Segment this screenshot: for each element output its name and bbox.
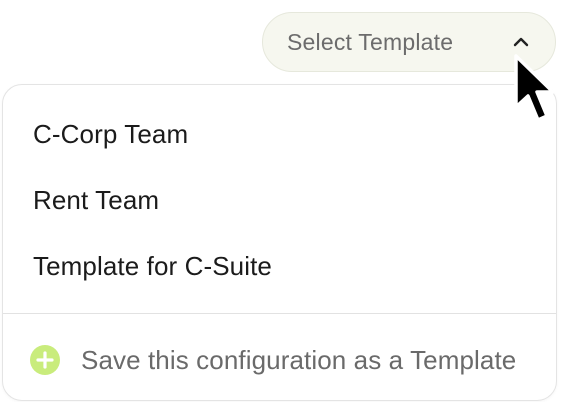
plus-circle-icon: [30, 345, 60, 375]
save-as-template-button[interactable]: Save this configuration as a Template: [29, 343, 516, 377]
template-option-c-corp-team[interactable]: C-Corp Team: [33, 119, 188, 150]
template-dropdown-menu: C-Corp Team Rent Team Template for C-Sui…: [2, 84, 557, 401]
template-option-rent-team[interactable]: Rent Team: [33, 185, 159, 216]
chevron-up-icon: [513, 37, 529, 47]
save-as-template-label: Save this configuration as a Template: [81, 344, 517, 375]
select-template-label: Select Template: [287, 28, 454, 55]
select-template-button[interactable]: Select Template: [262, 12, 556, 72]
template-selector: Select Template C-Corp Team Rent Team Te…: [0, 0, 580, 402]
template-option-template-for-c-suite[interactable]: Template for C-Suite: [33, 251, 272, 282]
menu-divider: [3, 313, 556, 314]
